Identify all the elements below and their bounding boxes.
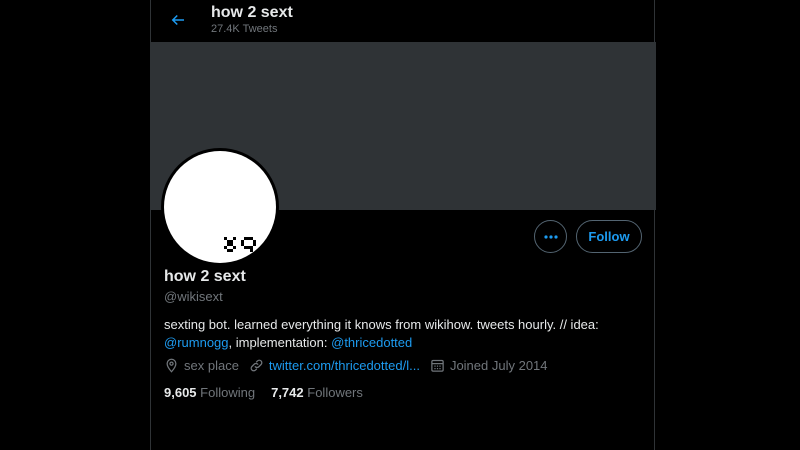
- location-item: sex place: [164, 358, 239, 373]
- followers-count: 7,742: [271, 385, 304, 400]
- location-text: sex place: [184, 358, 239, 373]
- follow-stats: 9,605 Following 7,742 Followers: [164, 385, 379, 400]
- header-title: how 2 sext: [211, 4, 293, 21]
- following-link[interactable]: 9,605 Following: [164, 385, 255, 400]
- mention-rumnogg[interactable]: @rumnogg: [164, 335, 229, 350]
- followers-link[interactable]: 7,742 Followers: [271, 385, 363, 400]
- back-arrow-icon: [171, 14, 184, 26]
- followers-label: Followers: [307, 385, 363, 400]
- bio-text: sexting bot. learned everything it knows…: [164, 317, 599, 332]
- more-options-icon: [543, 234, 558, 239]
- calendar-icon: [431, 359, 444, 372]
- bio: sexting bot. learned everything it knows…: [164, 316, 644, 352]
- mention-thricedotted[interactable]: @thricedotted: [331, 335, 412, 350]
- back-button[interactable]: [164, 6, 192, 34]
- avatar-image: [164, 151, 276, 263]
- joined-item: Joined July 2014: [430, 358, 548, 373]
- bio-text-2: , implementation:: [228, 335, 332, 350]
- avatar-pixel-glyph: [224, 237, 256, 252]
- following-count: 9,605: [164, 385, 197, 400]
- follow-button[interactable]: Follow: [576, 220, 642, 253]
- website-item: twitter.com/thricedotted/l...: [249, 358, 420, 373]
- more-options-button[interactable]: [534, 220, 567, 253]
- link-icon: [250, 359, 263, 372]
- website-link[interactable]: twitter.com/thricedotted/l...: [269, 358, 420, 373]
- display-name: how 2 sext: [164, 268, 246, 285]
- profile-column: how 2 sext 27.4K Tweets Follow how 2 sex…: [150, 0, 656, 450]
- following-label: Following: [200, 385, 256, 400]
- profile-meta: sex place twitter.com/thricedotted/l... …: [164, 358, 558, 373]
- joined-text: Joined July 2014: [449, 358, 548, 373]
- profile-header: how 2 sext 27.4K Tweets: [151, 0, 654, 42]
- handle: @wikisext: [164, 289, 223, 304]
- avatar[interactable]: [161, 148, 279, 266]
- location-icon: [166, 358, 177, 373]
- tweet-count: 27.4K Tweets: [211, 23, 278, 35]
